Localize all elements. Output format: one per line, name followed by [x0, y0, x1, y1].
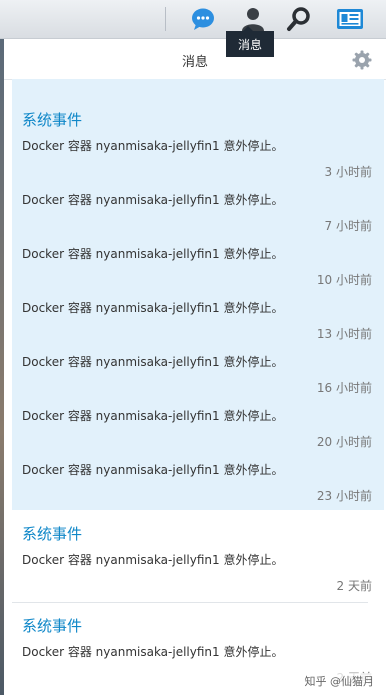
message-time: 23 小时前 — [316, 489, 372, 503]
message-text: Docker 容器 nyanmisaka-jellyfin1 意外停止。 — [22, 193, 284, 207]
message-text: Docker 容器 nyanmisaka-jellyfin1 意外停止。 — [22, 301, 284, 315]
tooltip: 消息 — [226, 26, 274, 57]
message-time: 7 小时前 — [324, 219, 372, 233]
message-text: Docker 容器 nyanmisaka-jellyfin1 意外停止。 — [22, 463, 284, 477]
message-text: Docker 容器 nyanmisaka-jellyfin1 意外停止。 — [22, 553, 284, 567]
message-text: Docker 容器 nyanmisaka-jellyfin1 意外停止。 — [22, 645, 284, 659]
panel-header: 消息 — [4, 39, 386, 80]
chat-icon[interactable] — [188, 4, 218, 34]
taskbar — [0, 0, 386, 39]
group-title: 系统事件 — [22, 111, 83, 129]
message-time: 16 小时前 — [316, 381, 372, 395]
message-time: 2 天前 — [336, 579, 372, 593]
gear-icon[interactable] — [352, 50, 372, 70]
widget-icon[interactable] — [335, 4, 365, 34]
message-text: Docker 容器 nyanmisaka-jellyfin1 意外停止。 — [22, 355, 284, 369]
message-text: Docker 容器 nyanmisaka-jellyfin1 意外停止。 — [22, 409, 284, 423]
message-time: 3 小时前 — [324, 165, 372, 179]
message-text: Docker 容器 nyanmisaka-jellyfin1 意外停止。 — [22, 247, 284, 261]
group-title: 系统事件 — [22, 525, 83, 543]
search-icon[interactable] — [284, 4, 314, 34]
watermark: 知乎 @仙猫月 — [302, 673, 376, 689]
panel-title: 消息 — [181, 55, 208, 70]
notification-group[interactable]: 系统事件 Docker 容器 nyanmisaka-jellyfin1 意外停止… — [12, 79, 384, 510]
message-text: Docker 容器 nyanmisaka-jellyfin1 意外停止。 — [22, 139, 284, 153]
message-time: 10 小时前 — [316, 273, 372, 287]
message-time: 20 小时前 — [316, 435, 372, 449]
message-time: 13 小时前 — [316, 327, 372, 341]
taskbar-separator — [165, 7, 166, 31]
notification-panel: 消息 系统事件 Docker 容器 nyanmisaka-jellyfin1 意… — [4, 39, 386, 695]
divider — [12, 602, 368, 603]
group-title: 系统事件 — [22, 617, 83, 635]
notification-group[interactable]: 系统事件 Docker 容器 nyanmisaka-jellyfin1 意外停止… — [12, 513, 384, 601]
